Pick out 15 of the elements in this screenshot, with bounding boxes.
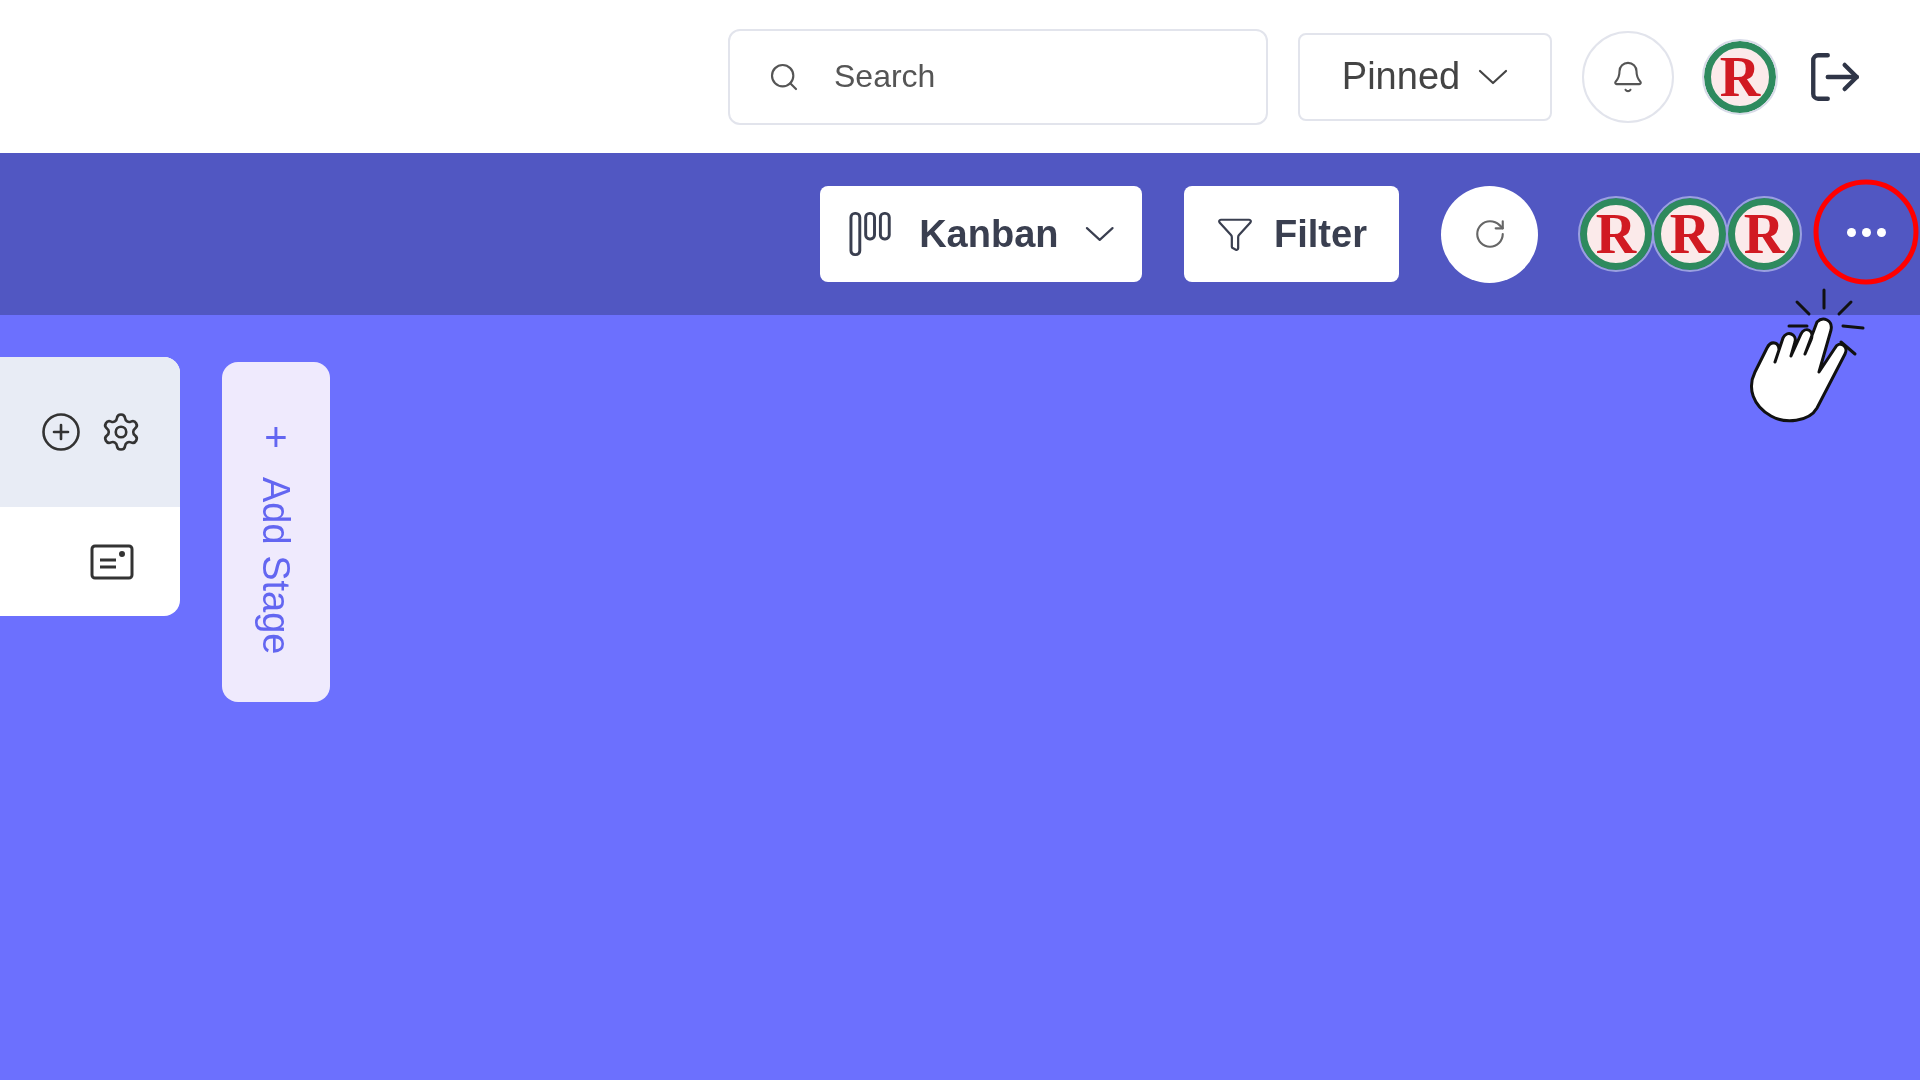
filter-button[interactable]: Filter [1184, 186, 1399, 282]
search-field[interactable]: Search [728, 28, 1268, 125]
pinned-dropdown[interactable]: Pinned [1298, 32, 1552, 121]
card-icon[interactable] [90, 543, 134, 580]
user-avatar[interactable]: R [1704, 40, 1776, 113]
member-avatar[interactable]: R [1580, 198, 1652, 270]
view-dropdown[interactable]: Kanban [820, 186, 1142, 282]
chevron-icon [1084, 226, 1114, 242]
chevron-icon [1478, 68, 1509, 85]
add-stage-button[interactable]: + Add Stage [222, 362, 330, 702]
kanban-icon [848, 210, 894, 258]
bell-icon [1611, 59, 1645, 94]
add-icon[interactable] [40, 411, 82, 453]
member-avatar[interactable]: R [1728, 198, 1800, 270]
member-avatar[interactable]: R [1654, 198, 1726, 270]
